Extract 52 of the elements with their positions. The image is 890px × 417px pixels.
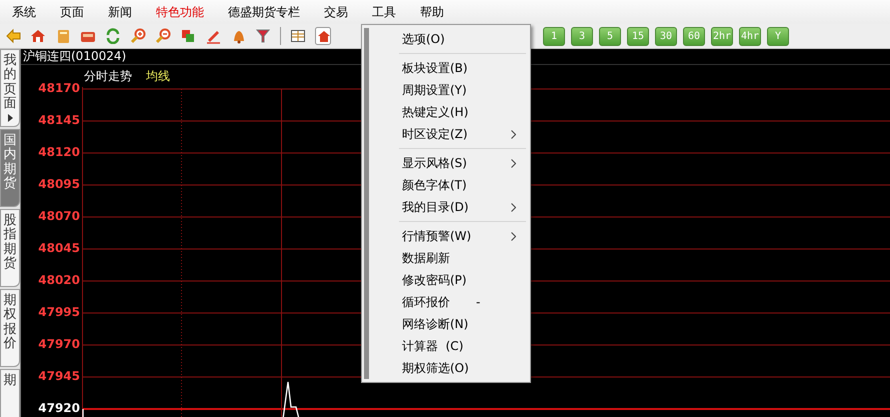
menu-item[interactable]: 帮助	[408, 2, 456, 22]
side-tab[interactable]: 我的页面	[0, 49, 20, 127]
menu-option[interactable]: 数据刷新	[369, 247, 528, 269]
axis-label: 48020	[38, 272, 80, 289]
axis-label: 48120	[38, 144, 80, 161]
zoom-in-icon[interactable]	[130, 28, 146, 44]
menu-option[interactable]: 热键定义(H)	[369, 101, 528, 123]
axis-label: 48070	[38, 208, 80, 225]
menu-item[interactable]: 新闻	[96, 2, 144, 22]
back-arrow-icon[interactable]	[5, 28, 21, 44]
table-icon[interactable]	[290, 28, 306, 44]
pencil-icon[interactable]	[205, 28, 221, 44]
menu-option[interactable]: 颜色字体(T)	[369, 174, 528, 196]
menu-option[interactable]: 循环报价 -	[369, 291, 528, 313]
menu-option[interactable]: 网络诊断(N)	[369, 313, 528, 335]
average-line-label: 均线	[146, 68, 170, 84]
menu-option[interactable]: 显示风格(S)	[369, 152, 528, 174]
side-tab[interactable]: 股指期货	[0, 209, 20, 287]
zoom-out-icon[interactable]	[155, 28, 171, 44]
menu-item[interactable]: 特色功能	[144, 2, 216, 22]
side-tab[interactable]: 期	[0, 369, 20, 417]
axis-label: 48145	[38, 112, 80, 129]
axis-label: 47970	[38, 336, 80, 353]
menu-option[interactable]: 周期设置(Y)	[369, 79, 528, 101]
axis-label: 47995	[38, 304, 80, 321]
side-tab[interactable]: 期权报价	[0, 289, 20, 367]
home-icon[interactable]	[315, 27, 331, 45]
menu-item[interactable]: 工具	[360, 2, 408, 22]
side-tab[interactable]: 国内期货	[0, 129, 20, 207]
axis-label: 48045	[38, 240, 80, 257]
axis-label: 47945	[38, 368, 80, 385]
menu-option[interactable]: 板块设置(B)	[369, 57, 528, 79]
menu-item[interactable]: 页面	[48, 2, 96, 22]
instrument-title: 沪铜连四(010024)	[23, 49, 126, 64]
squares-icon[interactable]	[180, 28, 196, 44]
axis-label: 48170	[38, 80, 80, 97]
menu-item[interactable]: 德盛期货专栏	[216, 2, 312, 22]
filter-icon[interactable]	[255, 28, 271, 44]
home-icon[interactable]	[30, 28, 46, 44]
chart-view-label: 分时走势	[84, 68, 132, 84]
menu-option[interactable]: 期权筛选(O)	[369, 357, 528, 379]
menu-option[interactable]: 我的目录(D)	[369, 196, 528, 218]
menu-option[interactable]: 选项(O)	[369, 28, 528, 50]
axis-label: 47920	[38, 400, 80, 417]
refresh-icon[interactable]	[105, 28, 121, 44]
menu-option[interactable]: 计算器 (C)	[369, 335, 528, 357]
axis-label: 48095	[38, 176, 80, 193]
menu-option[interactable]: 修改密码(P)	[369, 269, 528, 291]
menu-item[interactable]: 交易	[312, 2, 360, 22]
menu-option[interactable]: 时区设定(Z)	[369, 123, 528, 145]
menu-option[interactable]: 行情预警(W)	[369, 225, 528, 247]
menu-item[interactable]: 系统	[0, 2, 48, 22]
